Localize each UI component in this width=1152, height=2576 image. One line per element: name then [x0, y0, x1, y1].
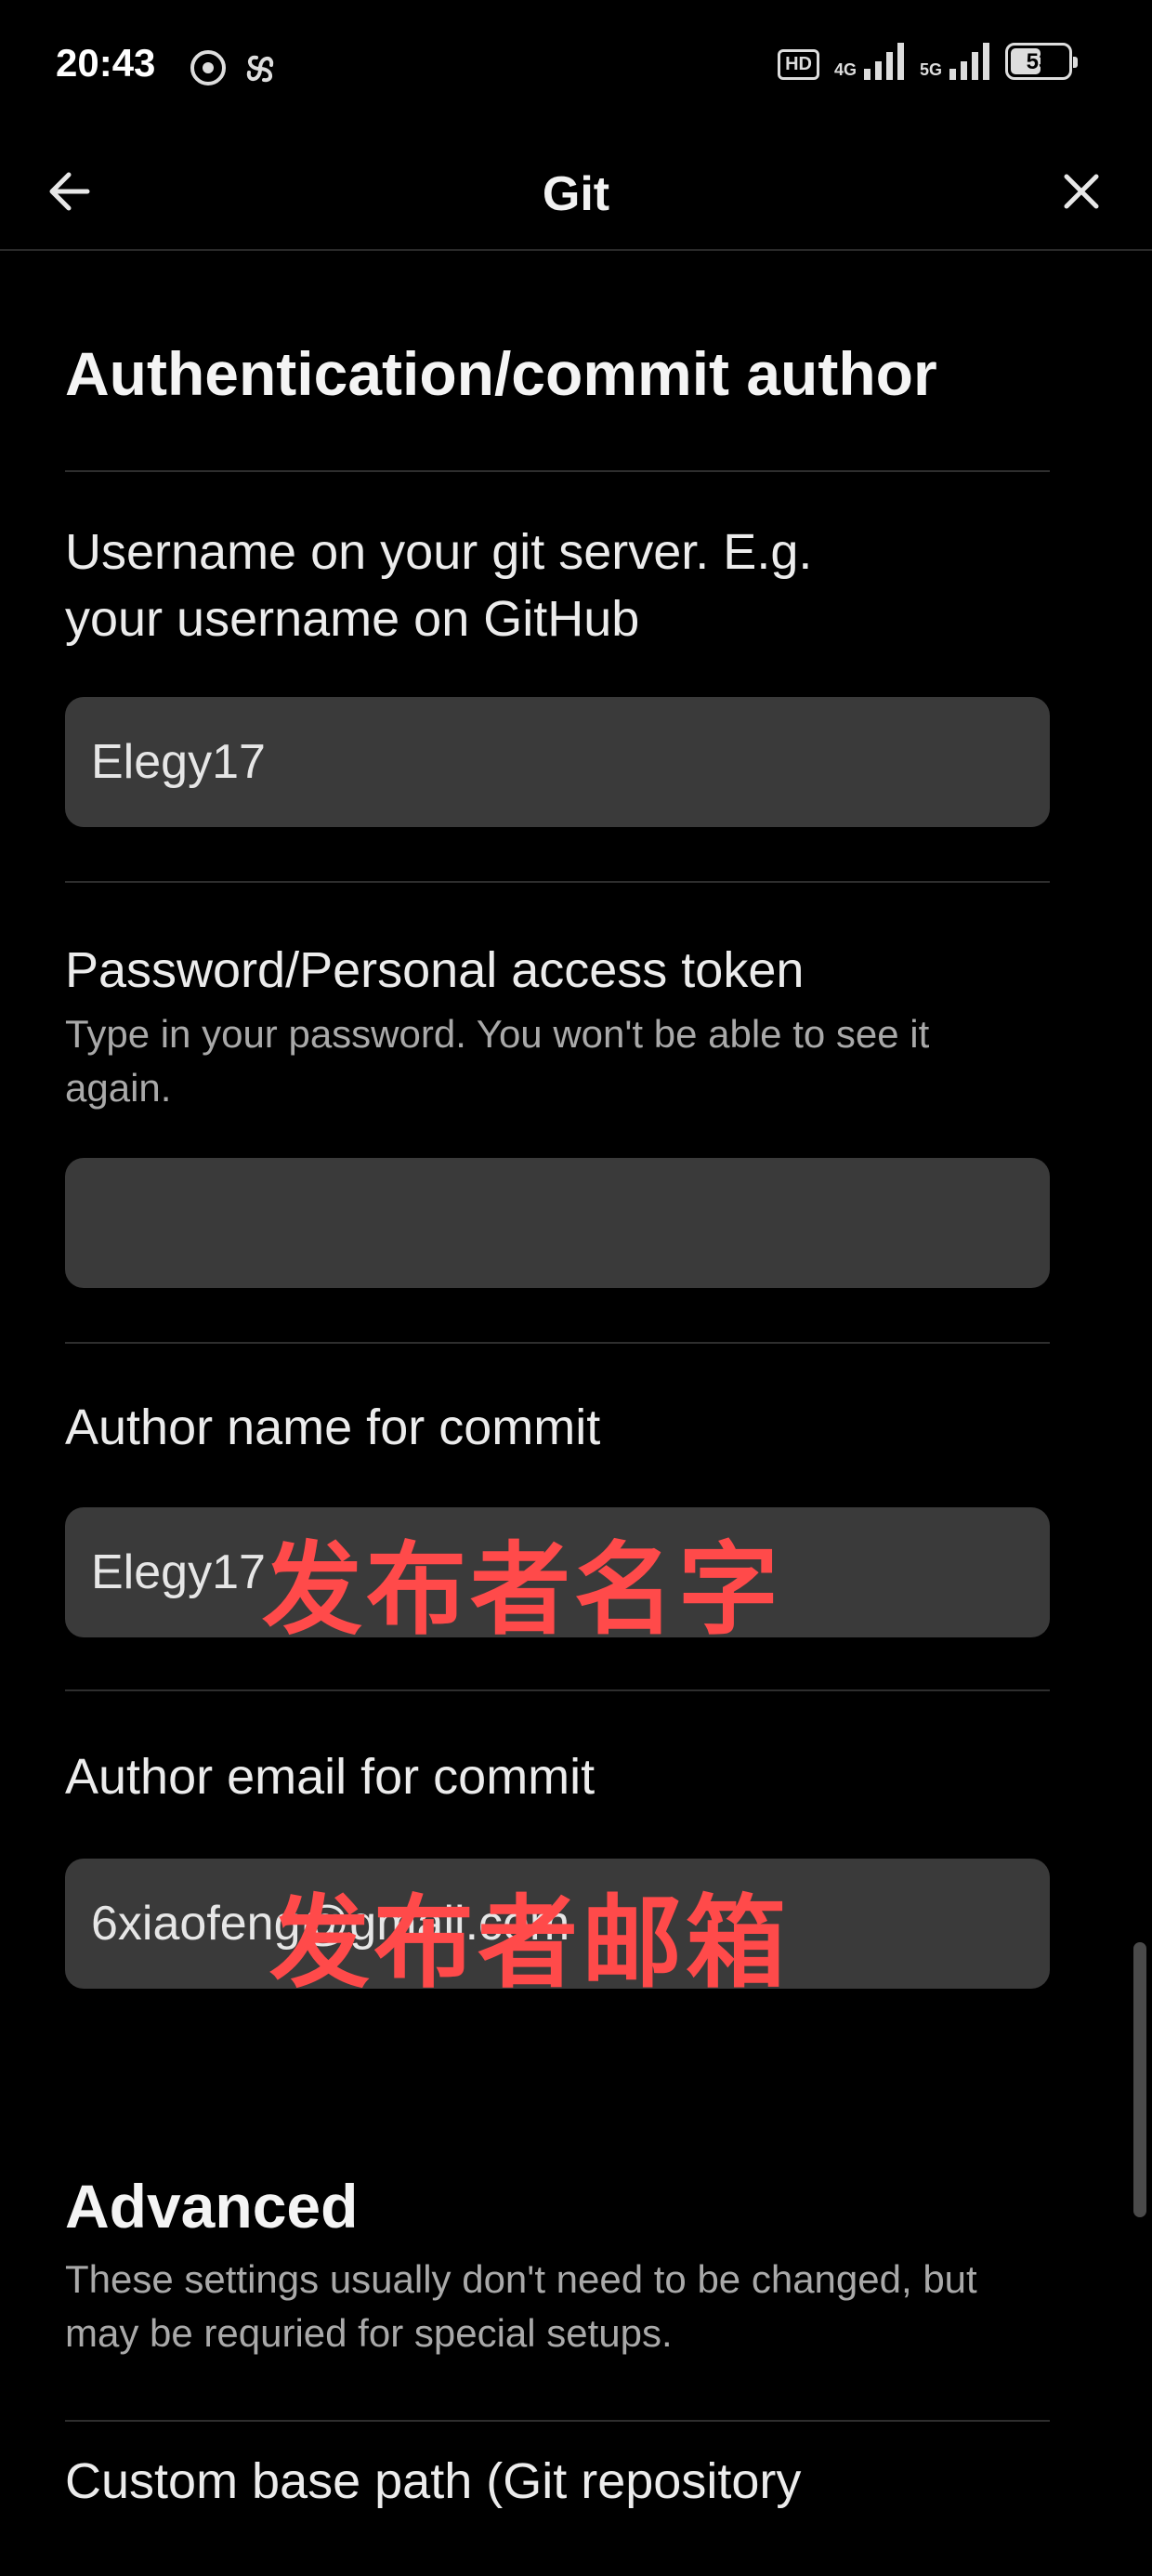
sim2-network-label: 5G: [919, 60, 942, 79]
hd-badge: HD: [778, 49, 819, 80]
custom-base-path-label[interactable]: Custom base path (Git repository: [65, 2448, 1050, 2515]
password-field[interactable]: [65, 1158, 1050, 1288]
author-email-annotation: 发布者邮箱: [269, 1886, 791, 2002]
password-label: Password/Personal access token: [65, 942, 805, 998]
author-name-value: Elegy17: [91, 1545, 266, 1599]
author-name-field[interactable]: Elegy17 发布者名字: [65, 1507, 1050, 1649]
pinwheel-icon: [246, 55, 274, 83]
auth-section-title: Authentication/commit author: [65, 339, 937, 408]
author-name-label: Author name for commit: [65, 1400, 601, 1455]
close-button[interactable]: [1054, 164, 1109, 219]
settings-content: Authentication/commit author Username on…: [65, 249, 1050, 2515]
username-label: Username on your git server. E.g. your u…: [65, 524, 813, 647]
password-help: Type in your password. You won't be able…: [65, 1012, 930, 1110]
battery-level: 53: [1026, 49, 1052, 74]
signal-icon-sim1: [863, 43, 904, 80]
page-title: Git: [542, 167, 610, 221]
advanced-help: These settings usually don't need to be …: [65, 2257, 977, 2355]
screen-record-icon: [190, 50, 226, 85]
scrollbar[interactable]: [1133, 1942, 1146, 2217]
advanced-section-title: Advanced: [65, 2172, 359, 2241]
status-time: 20:43: [56, 41, 156, 85]
sim1-network-label: 4G: [833, 60, 857, 79]
author-email-field[interactable]: 6xiaofeng@gmail.com 发布者邮箱: [65, 1859, 1050, 2002]
username-field[interactable]: Elegy17: [65, 697, 1050, 827]
username-value: Elegy17: [91, 735, 266, 789]
close-icon: [1064, 174, 1099, 209]
status-right-cluster: HD 4G 5G 53: [778, 43, 1078, 80]
app-header: Git: [0, 139, 1152, 251]
signal-icon-sim2: [949, 43, 989, 80]
author-name-annotation: 发布者名字: [262, 1532, 783, 1649]
author-email-label: Author email for commit: [65, 1749, 596, 1805]
status-bar: 20:43 HD 4G 5G 53: [0, 0, 1152, 139]
battery-icon: 53: [1005, 43, 1078, 80]
